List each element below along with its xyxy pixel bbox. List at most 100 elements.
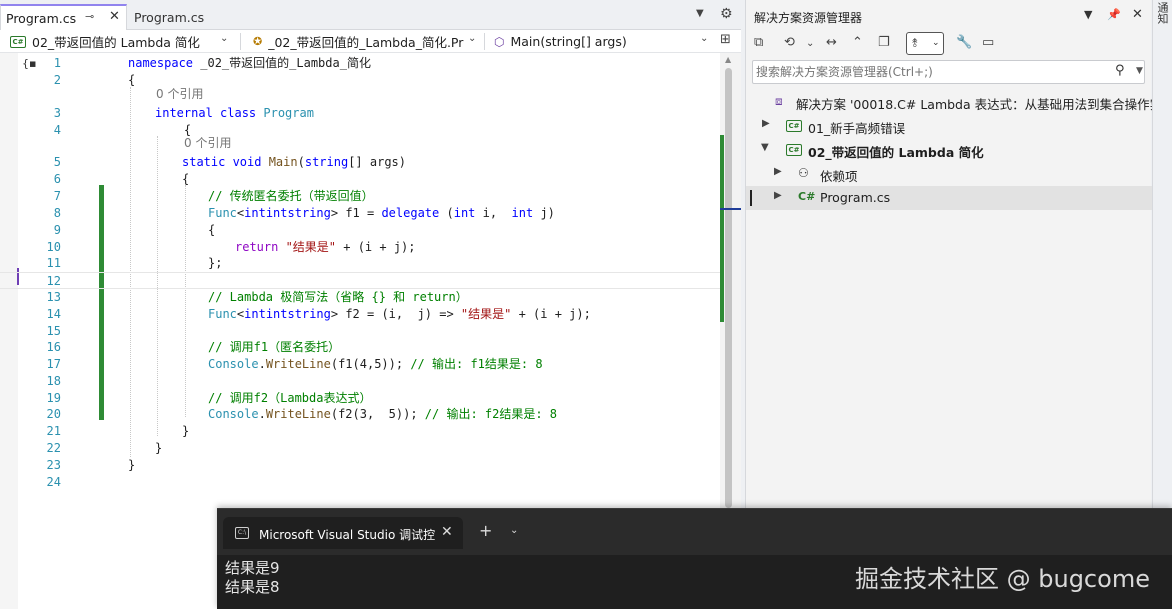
code-line[interactable]: 23} <box>0 457 720 474</box>
chevron-right-icon[interactable]: ▶ <box>774 190 782 201</box>
pin-icon[interactable]: ⊸ <box>85 10 94 23</box>
member-dropdown[interactable]: ⬡ Main(string[] args) <box>494 32 627 51</box>
console-tab-bar: C:\ Microsoft Visual Studio 调试控 ✕ + ⌄ <box>217 509 1172 555</box>
code-line[interactable]: 11}; <box>0 255 720 272</box>
code-line[interactable]: 17 Console.WriteLine(f1(4,5)); // 输出: f1结… <box>0 356 720 373</box>
chevron-down-icon[interactable]: ▼ <box>1136 66 1143 76</box>
chevron-down-icon[interactable]: ⌄ <box>468 33 476 44</box>
chevron-down-icon[interactable]: ⌄ <box>700 33 708 44</box>
code-line[interactable]: 7 // 传统匿名委托（带返回值） <box>0 188 720 205</box>
tree-item-solution[interactable]: ⧈ 解决方案 '00018.C# Lambda 表达式：从基础用法到集合操作实战… <box>746 90 1172 114</box>
code-line[interactable]: 3 internal class Program <box>0 105 720 122</box>
chevron-right-icon[interactable]: ▶ <box>762 118 770 129</box>
notifications-tab[interactable]: 通知 <box>1156 2 1170 24</box>
class-dropdown[interactable]: ✪ _02_带返回值的_Lambda_简化.Pr <box>253 32 463 51</box>
code-line[interactable]: 12 <box>0 272 720 289</box>
code-line[interactable]: 19 // 调用f2（Lambda表达式） <box>0 390 720 407</box>
code-text: { <box>128 72 135 89</box>
code-line[interactable]: 18 <box>0 373 720 390</box>
code-token: } <box>155 441 163 455</box>
code-line[interactable]: 5 static void Main(string[] args) <box>0 154 720 171</box>
code-token: _02_带返回值的_Lambda_简化 <box>200 56 371 70</box>
tree-item-project-01[interactable]: ▶ C# 01_新手高频错误 <box>746 114 1152 138</box>
close-icon[interactable]: ✕ <box>1132 7 1143 22</box>
line-number: 11 <box>46 256 61 270</box>
code-line[interactable]: 9{ <box>0 222 720 239</box>
tab-program-cs[interactable]: Program.cs <box>128 4 248 30</box>
chevron-right-icon[interactable]: ▶ <box>774 166 782 177</box>
code-text: { <box>182 171 189 188</box>
scrollbar-change-marker <box>720 135 724 322</box>
terminal-icon: C:\ <box>235 527 249 539</box>
code-line[interactable]: 4 { <box>0 122 720 139</box>
watermark: 掘金技术社区 @ bugcome <box>855 565 1150 593</box>
tree-item-dependencies[interactable]: ▶ ⚇ 依赖项 <box>746 162 1152 186</box>
code-line[interactable]: 10 return "结果是" + (i + j); <box>0 239 720 256</box>
tree-item-program-cs[interactable]: ▶ C# Program.cs <box>746 186 1152 210</box>
code-line[interactable]: 20 Console.WriteLine(f2(3, 5)); // 输出: f2… <box>0 406 720 423</box>
scrollbar-thumb[interactable] <box>725 68 732 508</box>
chevron-down-icon[interactable]: ▼ <box>761 142 769 153</box>
tree-item-project-02[interactable]: ▼ C# 02_带返回值的 Lambda 简化 <box>746 138 1152 162</box>
solution-search-box[interactable]: ⚲ ▼ <box>752 60 1145 84</box>
code-line[interactable]: 13 // Lambda 极简写法（省略 {} 和 return） <box>0 289 720 306</box>
pin-icon[interactable]: 📌 <box>1107 8 1121 21</box>
close-icon[interactable]: ✕ <box>441 524 453 540</box>
chevron-down-icon[interactable]: ⌄ <box>220 33 228 44</box>
code-token: . <box>258 357 266 371</box>
console-output-line: 结果是8 <box>225 578 280 596</box>
chevron-down-icon[interactable]: ▼ <box>1084 8 1092 21</box>
line-number: 5 <box>53 155 61 169</box>
editor-scrollbar[interactable]: ▲ <box>720 53 741 509</box>
switch-view-icon[interactable]: ⧉ <box>754 35 763 50</box>
divider <box>240 33 241 50</box>
chevron-down-icon[interactable]: ▼ <box>696 8 704 19</box>
csharp-file-icon: C# <box>798 190 816 203</box>
code-token: [] args) <box>348 155 406 169</box>
code-token: delegate <box>381 206 447 220</box>
copy-icon[interactable]: ❐ <box>878 35 890 50</box>
code-token: } <box>128 458 136 472</box>
gear-icon[interactable]: ⚙ <box>720 6 733 22</box>
code-line[interactable]: 21} <box>0 423 720 440</box>
code-token: int <box>265 206 288 220</box>
search-icon[interactable]: ⚲ <box>1115 63 1125 78</box>
code-token: // Lambda 极简写法（省略 {} 和 return） <box>208 290 468 304</box>
preview-icon[interactable]: ▭ <box>982 35 994 50</box>
code-text: // 调用f2（Lambda表达式） <box>208 390 371 407</box>
code-line[interactable]: 24 <box>0 474 720 491</box>
sync-arrows-icon[interactable]: ↔ <box>826 35 837 50</box>
code-token: { <box>208 223 216 237</box>
code-line[interactable]: 6{ <box>0 171 720 188</box>
close-icon[interactable]: ✕ <box>109 9 120 24</box>
new-tab-icon[interactable]: + <box>479 521 492 540</box>
code-token: > f2 = (i, j) => <box>330 307 461 321</box>
code-line[interactable]: 2{ <box>0 72 720 89</box>
code-token: i, <box>482 206 512 220</box>
console-tab[interactable]: C:\ Microsoft Visual Studio 调试控 ✕ <box>223 517 463 549</box>
collapse-all-icon[interactable]: ⌃ <box>852 35 863 50</box>
wrench-icon[interactable]: 🔧 <box>956 35 972 50</box>
line-number: 24 <box>46 475 61 489</box>
code-line[interactable]: 1 namespace _02_带返回值的_Lambda_简化 <box>0 55 720 72</box>
history-icon[interactable]: ⟲ <box>784 35 795 50</box>
chevron-down-icon[interactable]: ⌄ <box>806 38 814 49</box>
code-line[interactable]: 15 <box>0 323 720 340</box>
code-text: } <box>155 440 162 457</box>
chevron-down-icon[interactable]: ⌄ <box>510 525 518 536</box>
solution-search-input[interactable] <box>756 63 1096 81</box>
code-line[interactable]: 8 Func<intintstring> f1 = delegate (int i… <box>0 205 720 222</box>
code-text: { <box>208 222 215 239</box>
code-token: { <box>155 123 192 137</box>
split-editor-icon[interactable]: ⊞ <box>720 32 731 47</box>
code-token: // 调用f2（Lambda表达式） <box>208 391 372 405</box>
sync-with-active-document-button[interactable]: ⥉ ⌄ <box>906 32 944 55</box>
code-line[interactable]: 22} <box>0 440 720 457</box>
project-dropdown[interactable]: C# 02_带返回值的 Lambda 简化 <box>10 32 200 51</box>
csharp-project-icon: C# <box>10 35 26 48</box>
scroll-up-icon[interactable]: ▲ <box>725 55 731 64</box>
code-line[interactable]: 14 Func<intintstring> f2 = (i, j) => "结果是… <box>0 306 720 323</box>
tab-program-cs-active[interactable]: Program.cs ⊸ ✕ <box>0 4 127 31</box>
tab-label: Program.cs <box>6 11 77 26</box>
code-line[interactable]: 16 // 调用f1（匿名委托） <box>0 339 720 356</box>
